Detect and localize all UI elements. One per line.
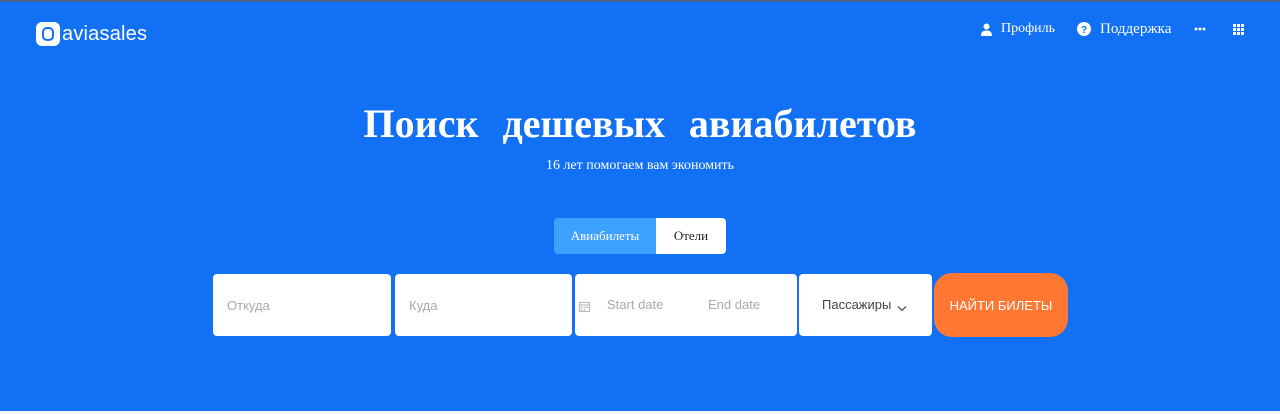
passengers-dropdown[interactable]: Пассажиры <box>799 274 932 336</box>
tab-hotels[interactable]: Отели <box>656 218 726 254</box>
calendar-icon <box>579 299 590 317</box>
more-dots-icon <box>1194 27 1206 31</box>
profile-label: Профиль <box>1001 21 1056 36</box>
tab-flights[interactable]: Авиабилеты <box>554 218 656 254</box>
destination-input[interactable] <box>395 274 572 336</box>
support-link[interactable]: ? Поддержка <box>1077 18 1171 40</box>
support-label: Поддержка <box>1100 20 1172 37</box>
svg-text:?: ? <box>1081 25 1087 36</box>
start-date-input[interactable]: Start date <box>607 297 663 312</box>
top-border <box>0 0 1280 2</box>
destination-field-container <box>395 274 572 336</box>
apps-grid-icon <box>1233 23 1244 35</box>
logo-icon <box>36 22 60 46</box>
more-menu-button[interactable] <box>1194 18 1206 40</box>
person-icon <box>981 23 992 36</box>
origin-input[interactable] <box>213 274 391 336</box>
profile-link[interactable]: Профиль <box>981 18 1055 40</box>
chevron-down-icon <box>897 299 907 317</box>
origin-field-container <box>213 274 391 336</box>
passengers-label: Пассажиры <box>822 297 892 312</box>
logo[interactable]: aviasales <box>36 20 147 48</box>
search-button[interactable]: НАЙТИ БИЛЕТЫ <box>934 273 1068 337</box>
date-range-picker[interactable]: Start date End date <box>575 274 797 336</box>
apps-menu-button[interactable] <box>1233 18 1244 40</box>
question-icon: ? <box>1077 22 1091 36</box>
search-type-tabs: Авиабилеты Отели <box>554 218 726 254</box>
end-date-input[interactable]: End date <box>708 297 760 312</box>
page-title: Поиск дешевых авиабилетов <box>363 101 917 146</box>
logo-text: aviasales <box>62 22 148 45</box>
page-subtitle: 16 лет помогаем вам экономить <box>545 158 735 173</box>
